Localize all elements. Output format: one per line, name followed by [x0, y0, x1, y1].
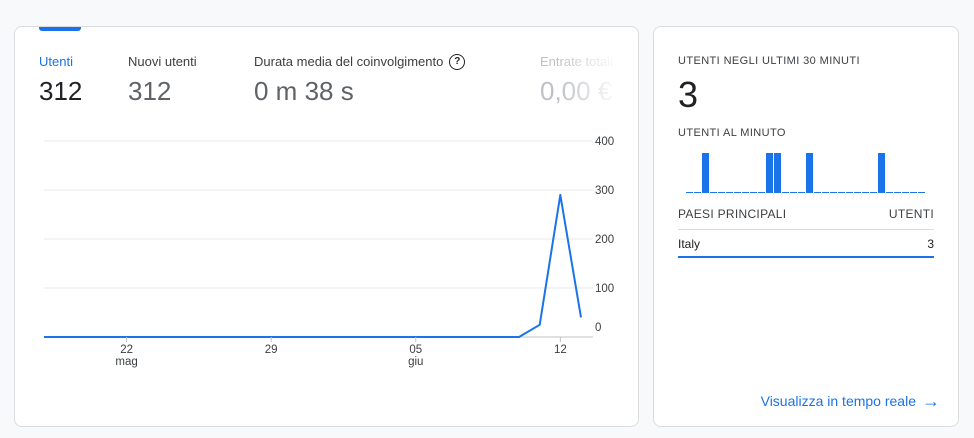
- y-tick-label: 400: [595, 136, 614, 148]
- minute-bar[interactable]: [702, 153, 709, 193]
- x-tick-label: 29: [265, 344, 278, 356]
- minute-bar[interactable]: [838, 192, 845, 193]
- arrow-right-icon: →: [922, 391, 940, 411]
- view-realtime-link[interactable]: Visualizza in tempo reale →: [760, 391, 940, 411]
- minute-bar[interactable]: [686, 192, 693, 193]
- users-header: UTENTI: [888, 207, 934, 221]
- x-tick-month: mag: [115, 356, 137, 368]
- metric-label-row: Durata media del coinvolgimento ?: [254, 54, 466, 70]
- metric-tab-total-revenue[interactable]: Entrate totali 0,00 €: [540, 54, 613, 106]
- divider: [678, 229, 934, 230]
- per-minute-label: UTENTI AL MINUTO: [678, 127, 786, 139]
- minute-bar[interactable]: [814, 192, 821, 193]
- metric-value: 312: [39, 76, 83, 106]
- minute-bar[interactable]: [694, 192, 701, 193]
- users-per-minute-chart: [686, 153, 925, 193]
- minute-bar[interactable]: [910, 192, 917, 193]
- x-tick-month: giu: [408, 356, 423, 368]
- metric-label: Durata media del coinvolgimento: [254, 54, 444, 69]
- users-line-chart: 0 100 200 300 400 22mag 29 05giu 12: [44, 136, 614, 368]
- minute-bar[interactable]: [830, 192, 837, 193]
- metric-tab-users[interactable]: Utenti 312: [39, 54, 82, 106]
- x-tick-label: 12: [554, 344, 567, 356]
- minute-bar[interactable]: [766, 153, 773, 193]
- minute-bar[interactable]: [894, 192, 901, 193]
- minute-bar[interactable]: [854, 192, 861, 193]
- metric-value: 0 m 38 s: [254, 76, 354, 106]
- x-tick-label: 05: [409, 344, 422, 356]
- minute-bar[interactable]: [774, 153, 781, 193]
- realtime-users-value: 3: [678, 74, 699, 115]
- minute-bar[interactable]: [806, 153, 813, 193]
- x-tick-label: 22: [120, 344, 133, 356]
- country-users: 3: [927, 237, 934, 251]
- countries-header: PAESI PRINCIPALI: [678, 207, 787, 221]
- country-row[interactable]: Italy 3: [678, 237, 934, 251]
- minute-bar[interactable]: [878, 153, 885, 193]
- metric-label: Nuovi utenti: [128, 54, 197, 69]
- minute-bar[interactable]: [758, 192, 765, 193]
- minute-bar[interactable]: [846, 192, 853, 193]
- minute-bar[interactable]: [734, 192, 741, 193]
- minute-bar[interactable]: [862, 192, 869, 193]
- realtime-title: UTENTI NEGLI ULTIMI 30 MINUTI: [678, 55, 860, 67]
- y-tick-label: 0: [595, 322, 601, 334]
- metric-label: Entrate totali: [540, 54, 613, 69]
- minute-bar[interactable]: [886, 192, 893, 193]
- minute-bar[interactable]: [870, 192, 877, 193]
- country-row-bar: [678, 256, 934, 258]
- y-tick-label: 300: [595, 185, 614, 197]
- metric-tab-engagement-time[interactable]: Durata media del coinvolgimento ? 0 m 38…: [254, 54, 466, 106]
- overview-card: Utenti 312 Nuovi utenti 312 Durata media…: [14, 26, 639, 427]
- minute-bar[interactable]: [750, 192, 757, 193]
- minute-bar[interactable]: [782, 192, 789, 193]
- minute-bar[interactable]: [742, 192, 749, 193]
- minute-bar[interactable]: [718, 192, 725, 193]
- metric-value: 0,00 €: [540, 76, 613, 106]
- countries-table-header: PAESI PRINCIPALI UTENTI: [678, 207, 934, 221]
- minute-bar[interactable]: [918, 192, 925, 193]
- minute-bar[interactable]: [822, 192, 829, 193]
- minute-bar[interactable]: [726, 192, 733, 193]
- minute-bar[interactable]: [902, 192, 909, 193]
- view-realtime-label: Visualizza in tempo reale: [760, 393, 916, 409]
- minute-bar[interactable]: [790, 192, 797, 193]
- active-tab-indicator: [39, 27, 81, 31]
- minute-bar[interactable]: [798, 192, 805, 193]
- metric-value: 312: [128, 76, 172, 106]
- y-tick-label: 100: [595, 283, 614, 295]
- metric-tab-new-users[interactable]: Nuovi utenti 312: [128, 54, 197, 106]
- country-name: Italy: [678, 237, 701, 251]
- metric-label: Utenti: [39, 54, 73, 69]
- series-line-users: [44, 193, 582, 338]
- help-icon[interactable]: ?: [449, 54, 466, 70]
- minute-bar[interactable]: [710, 192, 717, 193]
- y-tick-label: 200: [595, 234, 614, 246]
- realtime-card: UTENTI NEGLI ULTIMI 30 MINUTI 3 UTENTI A…: [653, 26, 959, 427]
